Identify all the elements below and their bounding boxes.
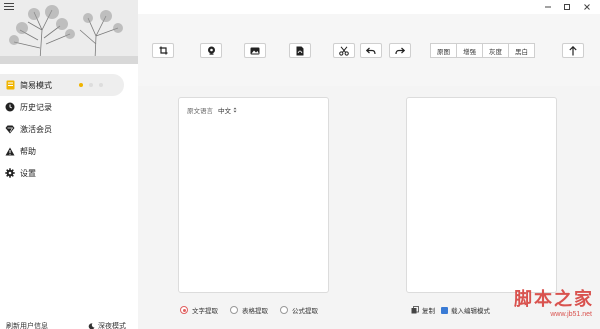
dark-mode-toggle[interactable]: 深夜模式 bbox=[88, 321, 126, 329]
filter-bw-button[interactable]: 黑白 bbox=[508, 43, 535, 58]
undo-button[interactable] bbox=[360, 43, 382, 58]
minimize-button[interactable] bbox=[542, 1, 554, 13]
extract-mode-formula[interactable]: 公式提取 bbox=[280, 305, 318, 315]
moon-icon bbox=[88, 322, 95, 329]
sort-arrows-icon bbox=[233, 107, 237, 113]
sidebar: 简易模式 历史记录 激活会员 帮助 设置 刷新用户信息 深夜模式 bbox=[0, 0, 138, 329]
crop-button[interactable] bbox=[152, 43, 174, 58]
title-bar bbox=[138, 0, 600, 14]
source-language-row: 原文语言 中文 bbox=[187, 105, 237, 115]
redo-icon bbox=[395, 47, 405, 54]
gear-icon bbox=[5, 168, 15, 178]
filter-original-button[interactable]: 原图 bbox=[430, 43, 457, 58]
watermark-title: 脚本之家 bbox=[514, 289, 594, 310]
webcam-button[interactable] bbox=[200, 43, 222, 58]
redo-button[interactable] bbox=[389, 43, 411, 58]
copy-label: 复制 bbox=[422, 308, 435, 315]
mode-indicator-dots bbox=[79, 83, 103, 87]
banner-image bbox=[0, 0, 138, 64]
extract-mode-text[interactable]: 文字提取 bbox=[180, 305, 218, 315]
extract-mode-group: 文字提取 表格提取 公式提取 bbox=[180, 305, 318, 315]
dark-mode-label: 深夜模式 bbox=[98, 323, 126, 329]
edit-mode-icon bbox=[441, 306, 448, 314]
result-text-pane[interactable] bbox=[406, 97, 557, 293]
undo-icon bbox=[366, 47, 376, 54]
sidebar-footer: 刷新用户信息 深夜模式 bbox=[0, 321, 138, 329]
pdf-icon bbox=[296, 46, 304, 55]
cut-button[interactable] bbox=[333, 43, 355, 58]
clock-icon bbox=[5, 102, 15, 112]
watermark-url: www.jb51.net bbox=[550, 311, 592, 318]
notebook-icon bbox=[5, 80, 15, 90]
minimize-icon bbox=[545, 6, 551, 8]
close-icon bbox=[584, 4, 590, 10]
sidebar-item-label: 简易模式 bbox=[20, 80, 52, 90]
webcam-icon bbox=[207, 46, 215, 55]
sidebar-item-settings[interactable]: 设置 bbox=[0, 162, 138, 184]
sidebar-item-label: 历史记录 bbox=[20, 102, 52, 112]
watermark: 脚本之家 www.jb51.net bbox=[491, 285, 600, 329]
upload-button[interactable] bbox=[562, 43, 584, 58]
maximize-icon bbox=[564, 4, 570, 10]
upload-arrow-icon bbox=[569, 45, 577, 55]
extract-mode-label: 文字提取 bbox=[192, 308, 218, 315]
maximize-button[interactable] bbox=[561, 1, 573, 13]
sidebar-item-history[interactable]: 历史记录 bbox=[0, 96, 138, 118]
source-language-value: 中文 bbox=[218, 108, 231, 115]
app-window: 简易模式 历史记录 激活会员 帮助 设置 刷新用户信息 深夜模式 原图 增强 灰… bbox=[0, 0, 600, 329]
image-icon bbox=[250, 47, 260, 54]
source-language-label: 原文语言 bbox=[187, 108, 213, 115]
radio-unchecked-icon bbox=[230, 306, 238, 314]
image-filter-group: 原图 增强 灰度 黑白 bbox=[430, 43, 535, 58]
radio-unchecked-icon bbox=[280, 306, 288, 314]
crop-icon bbox=[159, 46, 167, 55]
cut-icon bbox=[339, 45, 349, 56]
toolbar: 原图 增强 灰度 黑白 bbox=[138, 14, 600, 86]
copy-button[interactable]: 复制 bbox=[411, 305, 435, 315]
filter-gray-button[interactable]: 灰度 bbox=[482, 43, 509, 58]
pdf-button[interactable] bbox=[289, 43, 311, 58]
copy-icon bbox=[411, 306, 419, 314]
result-actions: 复制 载入编辑模式 bbox=[411, 305, 490, 315]
extract-mode-label: 公式提取 bbox=[292, 308, 318, 315]
extract-mode-table[interactable]: 表格提取 bbox=[230, 305, 268, 315]
sidebar-item-label: 帮助 bbox=[20, 146, 36, 156]
import-edit-mode-label: 载入编辑模式 bbox=[451, 308, 490, 315]
import-edit-mode-button[interactable]: 载入编辑模式 bbox=[441, 305, 490, 315]
warning-triangle-icon bbox=[5, 146, 15, 156]
sidebar-item-simple-mode[interactable]: 简易模式 bbox=[0, 74, 124, 96]
sidebar-item-label: 激活会员 bbox=[20, 124, 52, 134]
image-button[interactable] bbox=[244, 43, 266, 58]
refresh-user-info-link[interactable]: 刷新用户信息 bbox=[6, 321, 48, 329]
filter-enhance-button[interactable]: 增强 bbox=[456, 43, 483, 58]
sidebar-item-label: 设置 bbox=[20, 168, 36, 178]
extract-mode-label: 表格提取 bbox=[242, 308, 268, 315]
source-language-select[interactable]: 中文 bbox=[218, 105, 237, 115]
sidebar-item-help[interactable]: 帮助 bbox=[0, 140, 138, 162]
radio-checked-icon bbox=[180, 306, 188, 314]
sidebar-nav: 简易模式 历史记录 激活会员 帮助 设置 bbox=[0, 74, 138, 184]
sidebar-item-vip[interactable]: 激活会员 bbox=[0, 118, 138, 140]
source-image-pane[interactable]: 原文语言 中文 bbox=[178, 97, 329, 293]
menu-icon[interactable] bbox=[4, 3, 14, 11]
diamond-icon bbox=[5, 124, 15, 134]
close-button[interactable] bbox=[581, 1, 593, 13]
